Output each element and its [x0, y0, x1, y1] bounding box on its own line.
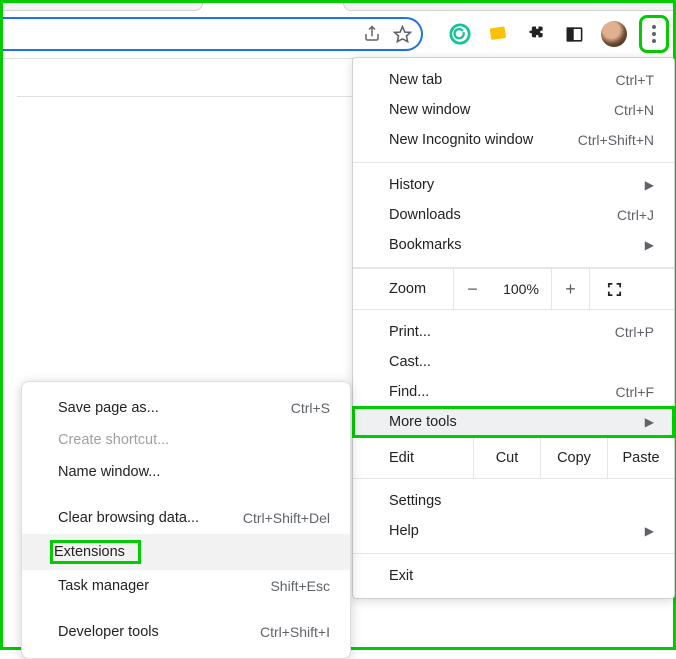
submenu-item[interactable]: Task manager Shift+Esc	[22, 570, 350, 602]
menu-item[interactable]: History ▶	[353, 170, 674, 200]
chevron-right-icon: ▶	[645, 524, 654, 538]
submenu-item: Create shortcut...	[22, 424, 350, 456]
toolbar-right-icons	[449, 19, 665, 49]
submenu-item-label: Task manager	[58, 578, 149, 594]
menu-item[interactable]: Find... Ctrl+F	[353, 377, 674, 407]
menu-shortcut: Ctrl+N	[614, 102, 654, 118]
menu-item[interactable]: Cast...	[353, 347, 674, 377]
share-icon[interactable]	[361, 23, 383, 45]
menu-shortcut: Ctrl+F	[616, 384, 655, 400]
submenu-shortcut: Shift+Esc	[270, 578, 330, 594]
omnibox[interactable]	[3, 17, 423, 51]
submenu-item-label: Extensions	[52, 542, 139, 562]
menu-item[interactable]: Downloads Ctrl+J	[353, 200, 674, 230]
submenu-item-label: Developer tools	[58, 624, 159, 640]
menu-gap	[22, 488, 350, 502]
menu-item-label: Find...	[389, 384, 429, 400]
menu-item-label: Bookmarks	[389, 237, 462, 253]
menu-item[interactable]: Exit	[353, 561, 674, 591]
menu-item-label: More tools	[389, 414, 457, 430]
grammarly-icon[interactable]	[449, 23, 471, 45]
tab-edge-right	[343, 3, 673, 11]
menu-shortcut: Ctrl+P	[615, 324, 654, 340]
zoom-row: Zoom−100%+	[353, 268, 674, 310]
zoom-in-button[interactable]: +	[551, 269, 589, 309]
menu-shortcut: Ctrl+T	[616, 72, 655, 88]
menu-item-label: History	[389, 177, 434, 193]
menu-item[interactable]: New Incognito window Ctrl+Shift+N	[353, 125, 674, 155]
menu-item-label: Print...	[389, 324, 431, 340]
menu-gap	[22, 602, 350, 616]
note-icon[interactable]	[487, 23, 509, 45]
copy-button[interactable]: Copy	[540, 438, 607, 478]
menu-item[interactable]: Settings	[353, 486, 674, 516]
menu-item-label: Exit	[389, 568, 413, 584]
submenu-item[interactable]: Clear browsing data... Ctrl+Shift+Del	[22, 502, 350, 534]
menu-item-label: Downloads	[389, 207, 461, 223]
zoom-value: 100%	[491, 269, 551, 309]
cut-button[interactable]: Cut	[473, 438, 540, 478]
fullscreen-button[interactable]	[589, 269, 639, 309]
star-icon[interactable]	[391, 23, 413, 45]
menu-shortcut: Ctrl+Shift+N	[578, 132, 654, 148]
submenu-shortcut: Ctrl+Shift+I	[260, 624, 330, 640]
menu-item[interactable]: Help ▶	[353, 516, 674, 546]
menu-item-label: New tab	[389, 72, 442, 88]
avatar[interactable]	[601, 21, 627, 47]
menu-item-label: New Incognito window	[389, 132, 533, 148]
puzzle-icon[interactable]	[525, 23, 547, 45]
submenu-item-label: Name window...	[58, 464, 160, 480]
menu-item-label: Settings	[389, 493, 441, 509]
submenu-item-label: Create shortcut...	[58, 432, 169, 448]
menu-icon[interactable]	[643, 19, 665, 49]
submenu-item-label: Clear browsing data...	[58, 510, 199, 526]
menu-item-label: New window	[389, 102, 470, 118]
submenu-item[interactable]: Name window...	[22, 456, 350, 488]
menu-item[interactable]: New window Ctrl+N	[353, 95, 674, 125]
tab-edge-left	[3, 3, 203, 11]
menu-item[interactable]: New tab Ctrl+T	[353, 65, 674, 95]
zoom-out-button[interactable]: −	[453, 269, 491, 309]
edit-label: Edit	[353, 450, 473, 466]
more-tools-submenu: Save page as... Ctrl+S Create shortcut... N…	[21, 381, 351, 659]
submenu-item-label: Save page as...	[58, 400, 159, 416]
chevron-right-icon: ▶	[645, 238, 654, 252]
submenu-item[interactable]: Extensions	[22, 534, 350, 570]
chrome-main-menu: New tab Ctrl+T New window Ctrl+N New Incogni…	[352, 57, 675, 599]
submenu-shortcut: Ctrl+Shift+Del	[243, 510, 330, 526]
submenu-item[interactable]: Save page as... Ctrl+S	[22, 392, 350, 424]
zoom-label: Zoom	[353, 281, 453, 297]
menu-item[interactable]: Print... Ctrl+P	[353, 317, 674, 347]
chevron-right-icon: ▶	[645, 415, 654, 429]
menu-item-label: Cast...	[389, 354, 431, 370]
browser-toolbar	[3, 3, 673, 59]
chevron-right-icon: ▶	[645, 178, 654, 192]
menu-item-label: Help	[389, 523, 419, 539]
panel-icon[interactable]	[563, 23, 585, 45]
menu-item[interactable]: More tools ▶	[353, 407, 674, 437]
submenu-item[interactable]: Developer tools Ctrl+Shift+I	[22, 616, 350, 648]
edit-row: EditCutCopyPaste	[353, 437, 674, 479]
menu-item[interactable]: Bookmarks ▶	[353, 230, 674, 260]
paste-button[interactable]: Paste	[607, 438, 674, 478]
menu-shortcut: Ctrl+J	[617, 207, 654, 223]
submenu-shortcut: Ctrl+S	[291, 400, 330, 416]
